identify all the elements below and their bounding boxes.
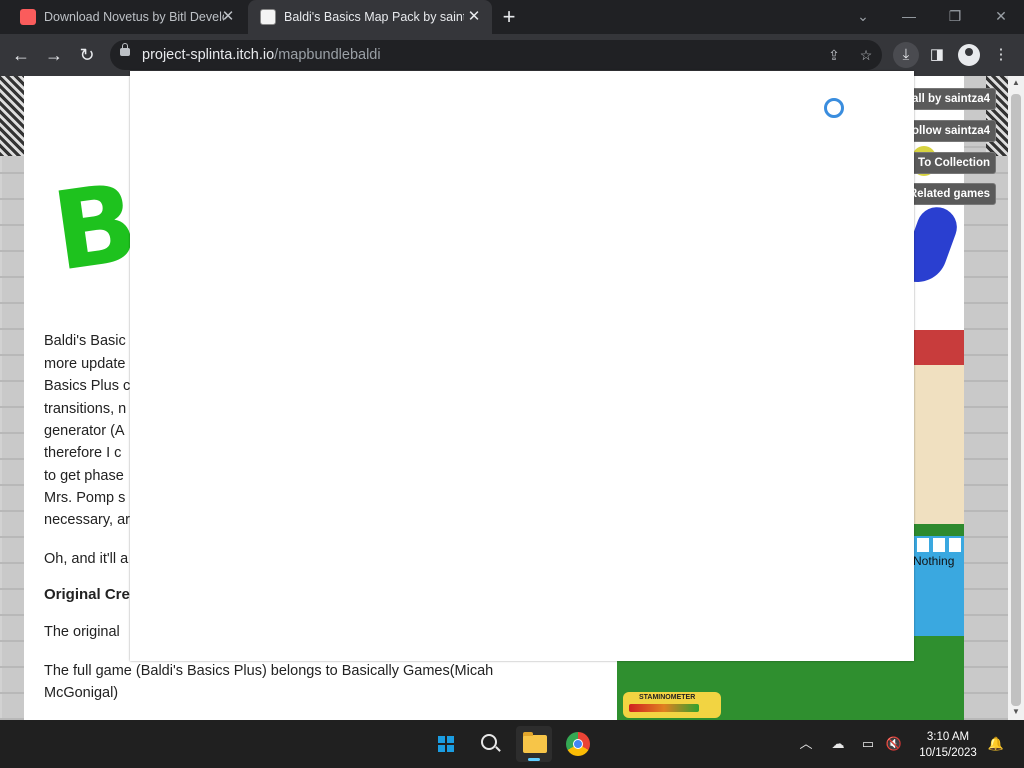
tab-strip: Download Novetus by Bitl Develo ✕ Baldi'…	[0, 0, 1024, 34]
item-label: Nothing	[913, 554, 955, 568]
search-icon	[481, 734, 497, 750]
url-path: /mapbundlebaldi	[274, 47, 381, 63]
volume-muted-icon[interactable]: 🔇	[884, 734, 904, 754]
follow-author-button[interactable]: ollow saintza4	[907, 120, 996, 142]
clock-date: 10/15/2023	[919, 747, 977, 759]
text-line: McGonigal)	[44, 685, 119, 701]
chrome-icon	[566, 732, 590, 756]
reload-button[interactable]: ↻	[74, 42, 100, 68]
checker-border-left	[0, 76, 24, 156]
onedrive-icon[interactable]: ☁	[828, 734, 848, 754]
lock-icon[interactable]	[120, 43, 130, 56]
tab-novetus[interactable]: Download Novetus by Bitl Develo ✕	[0, 0, 246, 34]
baldi-face-art	[913, 330, 964, 524]
scroll-down-arrow-icon[interactable]: ▼	[1012, 708, 1020, 716]
forward-button[interactable]: →	[41, 42, 67, 68]
chevron-up-icon[interactable]: ︿	[796, 734, 816, 754]
more-by-author-button[interactable]: all by saintza4	[907, 88, 996, 110]
chrome-taskbar-button[interactable]	[560, 726, 596, 762]
itch-icon	[20, 9, 36, 25]
scroll-up-arrow-icon[interactable]: ▲	[1012, 79, 1020, 87]
scrollbar-thumb[interactable]	[1011, 94, 1021, 706]
windows-taskbar: ︿ ☁ ▭ 🔇 🔔	[0, 720, 1024, 768]
tab-title: Download Novetus by Bitl Develo	[44, 10, 224, 24]
side-panel-icon[interactable]: ◨	[924, 42, 950, 68]
related-games-button[interactable]: Related games	[903, 183, 996, 205]
back-button[interactable]: ←	[8, 42, 34, 68]
tab-baldi-map-pack[interactable]: Baldi's Basics Map Pack by saintz ✕	[248, 0, 492, 34]
menu-kebab-icon[interactable]: ⋮	[988, 42, 1014, 68]
stamina-label: STAMINOMETER	[639, 694, 696, 701]
taskbar-search-button[interactable]	[472, 726, 508, 762]
item-slots-art	[917, 538, 961, 552]
tab-search-icon[interactable]: ⌄	[850, 4, 876, 28]
profile-avatar-icon[interactable]	[958, 44, 980, 66]
bookmark-star-icon[interactable]: ☆	[856, 46, 876, 64]
minimize-button[interactable]: —	[896, 4, 922, 28]
loading-spinner-icon	[824, 98, 844, 118]
new-tab-button[interactable]: +	[498, 5, 520, 29]
loading-modal[interactable]	[130, 71, 914, 661]
tab-close-icon[interactable]: ✕	[220, 9, 236, 25]
file-explorer-button[interactable]	[516, 726, 552, 762]
browser-toolbar: ← → ↻ project-splinta.itch.io/mapbundleb…	[0, 34, 1024, 76]
restore-button[interactable]: ❐	[942, 4, 968, 28]
baldi-flag-icon	[260, 9, 276, 25]
active-indicator	[528, 758, 540, 761]
text-line: The full game (Baldi's Basics Plus) belo…	[44, 663, 494, 679]
tab-close-icon[interactable]: ✕	[466, 9, 482, 25]
url-text[interactable]: project-splinta.itch.io/mapbundlebaldi	[142, 47, 381, 63]
start-button[interactable]	[428, 726, 464, 762]
share-icon[interactable]: ⇪	[824, 46, 844, 64]
url-host: project-splinta.itch.io	[142, 47, 275, 63]
address-bar[interactable]: project-splinta.itch.io/mapbundlebaldi ⇪…	[110, 40, 882, 70]
add-to-collection-button[interactable]: d To Collection	[902, 152, 996, 174]
page-scrollbar[interactable]: ▲ ▼	[1008, 76, 1024, 720]
close-window-button[interactable]: ✕	[988, 4, 1014, 28]
windows-logo-icon	[438, 736, 454, 752]
notification-bell-icon[interactable]: 🔔	[986, 734, 1006, 754]
folder-icon	[523, 732, 547, 753]
tab-title: Baldi's Basics Map Pack by saintz	[284, 10, 464, 24]
taskbar-clock[interactable]: 3:10 AM 10/15/2023	[916, 729, 980, 761]
clock-time: 3:10 AM	[926, 731, 970, 743]
download-icon[interactable]: ⤓	[893, 42, 919, 68]
display-icon[interactable]: ▭	[858, 734, 878, 754]
